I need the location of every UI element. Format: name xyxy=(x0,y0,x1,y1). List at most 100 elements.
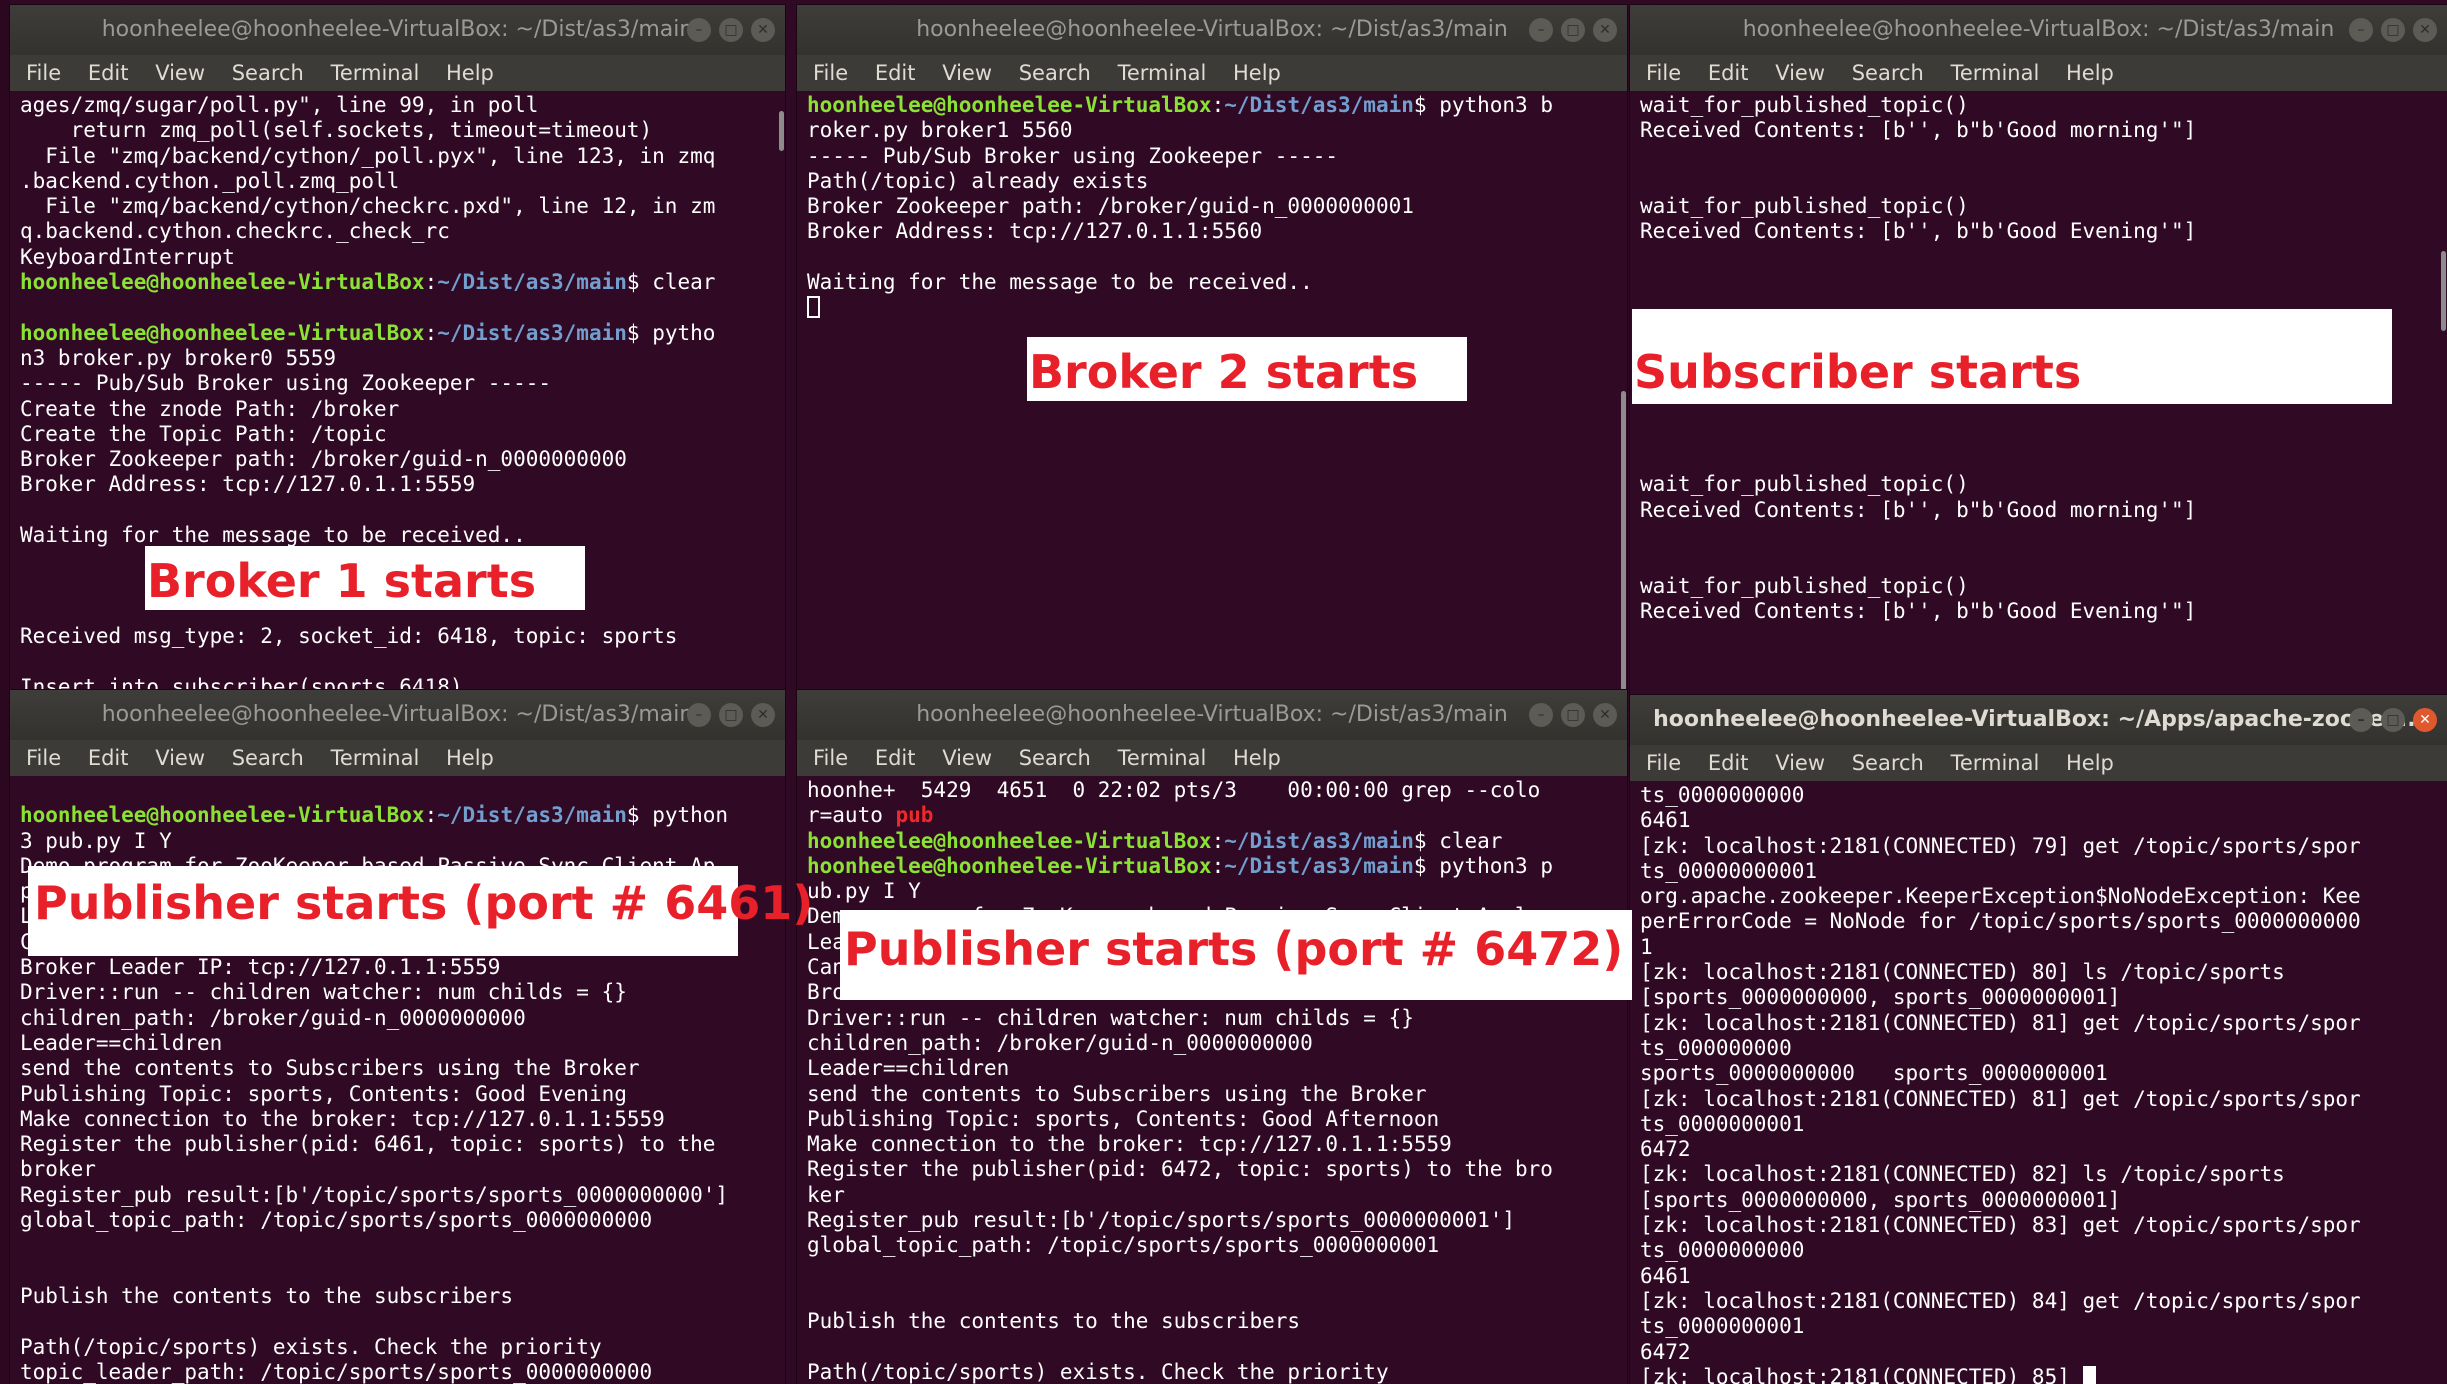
window-titlebar[interactable]: hoonheelee@hoonheelee-VirtualBox: ~/Apps… xyxy=(1630,695,2447,745)
close-icon[interactable]: ✕ xyxy=(1593,18,1617,42)
terminal-output[interactable]: hoonheelee@hoonheelee-VirtualBox:~/Dist/… xyxy=(797,91,1627,321)
terminal-window-zookeeper[interactable]: hoonheelee@hoonheelee-VirtualBox: ~/Apps… xyxy=(1630,695,2447,1384)
menu-file[interactable]: File xyxy=(813,61,848,85)
scrollbar[interactable] xyxy=(777,91,785,695)
maximize-icon[interactable]: □ xyxy=(719,703,743,727)
terminal-line: ts_0000000001 xyxy=(1640,1111,1805,1136)
menu-edit[interactable]: Edit xyxy=(1708,751,1749,775)
terminal-window-publisher-6472[interactable]: hoonheelee@hoonheelee-VirtualBox: ~/Dist… xyxy=(797,690,1627,1384)
menu-file[interactable]: File xyxy=(26,746,61,770)
minimize-icon[interactable]: – xyxy=(687,18,711,42)
menu-help[interactable]: Help xyxy=(446,746,494,770)
maximize-icon[interactable]: □ xyxy=(1561,703,1585,727)
terminal-window-publisher-6461[interactable]: hoonheelee@hoonheelee-VirtualBox: ~/Dist… xyxy=(10,690,785,1384)
menu-edit[interactable]: Edit xyxy=(875,746,916,770)
prompt-path: ~/Dist/as3/main xyxy=(437,803,627,828)
window-titlebar[interactable]: hoonheelee@hoonheelee-VirtualBox: ~/Dist… xyxy=(797,690,1627,740)
terminal-line: 3 pub.py I Y xyxy=(20,828,172,853)
menu-view[interactable]: View xyxy=(155,746,205,770)
menu-file[interactable]: File xyxy=(26,61,61,85)
menu-terminal[interactable]: Terminal xyxy=(331,61,420,85)
terminal-line: q.backend.cython.checkrc._check_rc xyxy=(20,219,450,244)
terminal-line: [sports_0000000000, sports_0000000001] xyxy=(1640,985,2121,1010)
terminal-line: org.apache.zookeeper.KeeperException$NoN… xyxy=(1640,884,2361,909)
minimize-icon[interactable]: – xyxy=(2349,708,2373,732)
menu-search[interactable]: Search xyxy=(232,746,304,770)
menu-help[interactable]: Help xyxy=(1233,61,1281,85)
terminal-line: Leader==children xyxy=(20,1030,223,1055)
minimize-icon[interactable]: – xyxy=(1529,703,1553,727)
terminal-line: ----- Pub/Sub Broker using Zookeeper ---… xyxy=(807,143,1339,168)
close-icon[interactable]: ✕ xyxy=(2413,708,2437,732)
scrollbar[interactable] xyxy=(2439,91,2447,695)
menu-help[interactable]: Help xyxy=(2066,751,2114,775)
terminal-output[interactable]: hoonhe+ 5429 4651 0 22:02 pts/3 00:00:00… xyxy=(797,776,1627,1384)
close-icon[interactable]: ✕ xyxy=(2413,18,2437,42)
minimize-icon[interactable]: – xyxy=(2349,18,2373,42)
window-title: hoonheelee@hoonheelee-VirtualBox: ~/Dist… xyxy=(916,702,1508,727)
close-icon[interactable]: ✕ xyxy=(1593,703,1617,727)
maximize-icon[interactable]: □ xyxy=(719,18,743,42)
maximize-icon[interactable]: □ xyxy=(2381,708,2405,732)
menu-view[interactable]: View xyxy=(155,61,205,85)
menu-view[interactable]: View xyxy=(1775,61,1825,85)
menu-terminal[interactable]: Terminal xyxy=(1118,61,1207,85)
prompt-user: hoonheelee@hoonheelee-VirtualBox xyxy=(20,803,425,828)
terminal-line: Broker Zookeeper path: /broker/guid-n_00… xyxy=(807,194,1414,219)
menu-edit[interactable]: Edit xyxy=(88,61,129,85)
menu-edit[interactable]: Edit xyxy=(875,61,916,85)
menu-view[interactable]: View xyxy=(1775,751,1825,775)
menu-file[interactable]: File xyxy=(813,746,848,770)
maximize-icon[interactable]: □ xyxy=(2381,18,2405,42)
menu-search[interactable]: Search xyxy=(232,61,304,85)
menu-help[interactable]: Help xyxy=(1233,746,1281,770)
menu-help[interactable]: Help xyxy=(2066,61,2114,85)
annotation-broker1: Broker 1 starts xyxy=(145,546,585,610)
terminal-line: File "zmq/backend/cython/_poll.pyx", lin… xyxy=(20,143,716,168)
menu-search[interactable]: Search xyxy=(1852,61,1924,85)
menu-edit[interactable]: Edit xyxy=(88,746,129,770)
terminal-line: ages/zmq/sugar/poll.py", line 99, in pol… xyxy=(20,93,539,117)
menubar: File Edit View Search Terminal Help xyxy=(797,55,1627,91)
terminal-output[interactable]: ts_0000000000 6461 [zk: localhost:2181(CON… xyxy=(1630,781,2447,1384)
window-titlebar[interactable]: hoonheelee@hoonheelee-VirtualBox: ~/Dist… xyxy=(10,690,785,740)
menu-file[interactable]: File xyxy=(1646,751,1681,775)
terminal-line: ts_0000000000 xyxy=(1640,1238,1805,1263)
menu-search[interactable]: Search xyxy=(1852,751,1924,775)
maximize-icon[interactable]: □ xyxy=(1561,18,1585,42)
terminal-line: topic_leader_path: /topic/sports/sports_… xyxy=(20,1359,653,1384)
terminal-line: Register_pub result:[b'/topic/sports/spo… xyxy=(20,1182,729,1207)
terminal-line: Received msg_type: 2, socket_id: 6418, t… xyxy=(20,624,678,649)
minimize-icon[interactable]: – xyxy=(687,703,711,727)
menu-edit[interactable]: Edit xyxy=(1708,61,1749,85)
menu-help[interactable]: Help xyxy=(446,61,494,85)
close-icon[interactable]: ✕ xyxy=(751,18,775,42)
window-titlebar[interactable]: hoonheelee@hoonheelee-VirtualBox: ~/Dist… xyxy=(1630,5,2447,55)
menu-search[interactable]: Search xyxy=(1019,61,1091,85)
menu-view[interactable]: View xyxy=(942,61,992,85)
prompt-user: hoonheelee@hoonheelee-VirtualBox xyxy=(20,270,425,295)
menu-terminal[interactable]: Terminal xyxy=(331,746,420,770)
terminal-line: send the contents to Subscribers using t… xyxy=(807,1081,1427,1106)
menubar: File Edit View Search Terminal Help xyxy=(10,740,785,776)
terminal-line: children_path: /broker/guid-n_0000000000 xyxy=(20,1005,526,1030)
text-cursor xyxy=(807,296,820,319)
window-titlebar[interactable]: hoonheelee@hoonheelee-VirtualBox: ~/Dist… xyxy=(797,5,1627,55)
close-icon[interactable]: ✕ xyxy=(751,703,775,727)
menu-terminal[interactable]: Terminal xyxy=(1118,746,1207,770)
terminal-line: wait_for_published_topic() xyxy=(1640,194,1969,219)
terminal-line: send the contents to Subscribers using t… xyxy=(20,1056,640,1081)
terminal-line: Path(/topic/sports) exists. Check the pr… xyxy=(20,1334,602,1359)
window-title: hoonheelee@hoonheelee-VirtualBox: ~/Apps… xyxy=(1653,707,2424,732)
window-titlebar[interactable]: hoonheelee@hoonheelee-VirtualBox: ~/Dist… xyxy=(10,5,785,55)
menu-terminal[interactable]: Terminal xyxy=(1951,61,2040,85)
menu-terminal[interactable]: Terminal xyxy=(1951,751,2040,775)
minimize-icon[interactable]: – xyxy=(1529,18,1553,42)
terminal-line: hoonheelee@hoonheelee-VirtualBox:~/Dist/… xyxy=(20,320,716,345)
menubar: File Edit View Search Terminal Help xyxy=(10,55,785,91)
menu-view[interactable]: View xyxy=(942,746,992,770)
menu-file[interactable]: File xyxy=(1646,61,1681,85)
menu-search[interactable]: Search xyxy=(1019,746,1091,770)
scrollbar[interactable] xyxy=(1619,91,1627,695)
